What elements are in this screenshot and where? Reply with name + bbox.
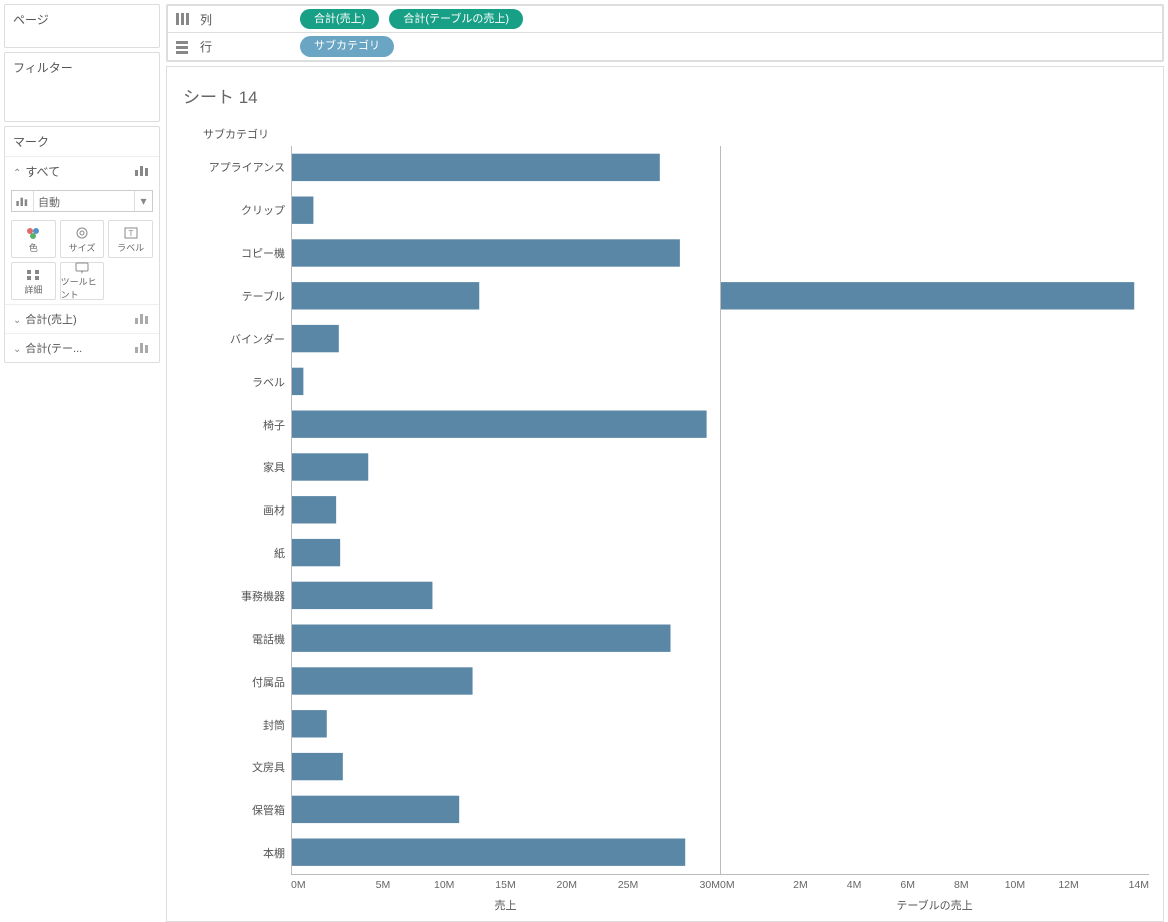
- pages-card: ページ: [4, 4, 160, 48]
- color-button[interactable]: 色: [11, 220, 56, 258]
- category-label: 事務機器: [181, 575, 291, 618]
- category-label: 家具: [181, 446, 291, 489]
- left-sidebar: ページ フィルター マーク ⌃ すべて 自動 ▾: [4, 4, 160, 922]
- measure-row-table-sales[interactable]: ⌄ 合計(テー...: [5, 333, 159, 362]
- category-label: 画材: [181, 489, 291, 532]
- category-label: アプライアンス: [181, 146, 291, 189]
- detail-icon: [25, 267, 41, 283]
- tick-label: 10M: [988, 879, 1042, 891]
- category-label: 椅子: [181, 403, 291, 446]
- viz-area: シート 14 サブカテゴリ アプライアンスクリップコピー機テーブルバインダーラベ…: [166, 66, 1164, 922]
- columns-shelf[interactable]: 列 合計(売上) 合計(テーブルの売上): [167, 5, 1163, 33]
- label-label: ラベル: [117, 241, 144, 254]
- x-axis-2: 0M2M4M6M8M10M12M14M: [720, 875, 1149, 891]
- pill-subcategory[interactable]: サブカテゴリ: [300, 36, 394, 56]
- right-column: 列 合計(売上) 合計(テーブルの売上) 行 サブカテゴリ シート 14 サブカ…: [166, 4, 1164, 922]
- filters-card: フィルター: [4, 52, 160, 122]
- label-button[interactable]: T ラベル: [108, 220, 153, 258]
- tooltip-button[interactable]: ツールヒント: [60, 262, 105, 300]
- chart: サブカテゴリ アプライアンスクリップコピー機テーブルバインダーラベル椅子家具画材…: [181, 126, 1149, 913]
- tick-label: 0M: [291, 879, 352, 891]
- chevron-up-icon: ⌃: [13, 168, 21, 179]
- size-label: サイズ: [69, 241, 96, 254]
- category-axis: アプライアンスクリップコピー機テーブルバインダーラベル椅子家具画材紙事務機器電話…: [181, 146, 291, 875]
- rows-icon: [174, 40, 190, 54]
- tick-label: 4M: [827, 879, 881, 891]
- tick-label: 5M: [352, 879, 413, 891]
- size-button[interactable]: サイズ: [60, 220, 105, 258]
- pages-heading: ページ: [5, 5, 159, 34]
- size-icon: [74, 225, 90, 241]
- category-label: 保管箱: [181, 789, 291, 832]
- category-label: テーブル: [181, 275, 291, 318]
- category-label: バインダー: [181, 317, 291, 360]
- rows-shelf[interactable]: 行 サブカテゴリ: [167, 33, 1163, 61]
- bars-panel-1: [291, 146, 720, 875]
- tooltip-icon: [74, 261, 90, 275]
- mark-buttons: 色 サイズ T ラベル: [5, 216, 159, 304]
- caret-down-icon: ▾: [134, 191, 152, 211]
- mark-type-dropdown[interactable]: 自動 ▾: [11, 190, 153, 212]
- pill-sum-sales[interactable]: 合計(売上): [300, 9, 379, 29]
- tick-label: 12M: [1042, 879, 1096, 891]
- tick-label: 10M: [414, 879, 475, 891]
- detail-label: 詳細: [24, 283, 42, 296]
- x-axis-1: 0M5M10M15M20M25M30M: [291, 875, 720, 891]
- category-label: 文房具: [181, 746, 291, 789]
- tick-label: 15M: [475, 879, 536, 891]
- category-label: 電話機: [181, 617, 291, 660]
- tick-label: 20M: [536, 879, 597, 891]
- category-label: 封筒: [181, 703, 291, 746]
- x-axis-1-title: 売上: [291, 891, 720, 913]
- chevron-down-icon: ⌄: [13, 344, 21, 355]
- detail-button[interactable]: 詳細: [11, 262, 56, 300]
- columns-icon: [174, 12, 190, 26]
- measure-row-table-sales-label: 合計(テー...: [25, 343, 82, 355]
- svg-text:T: T: [128, 229, 133, 238]
- x-axis-2-title: テーブルの売上: [720, 891, 1149, 913]
- measure-row-sales-label: 合計(売上): [25, 314, 76, 326]
- label-icon: T: [123, 225, 139, 241]
- tick-label: 25M: [597, 879, 658, 891]
- tick-label: 14M: [1095, 879, 1149, 891]
- bar-chart-icon: [135, 312, 151, 327]
- category-label: ラベル: [181, 360, 291, 403]
- bar-chart-icon: [12, 191, 34, 211]
- tick-label: 2M: [774, 879, 828, 891]
- tick-label: 30M: [659, 879, 720, 891]
- marks-card: マーク ⌃ すべて 自動 ▾ 色: [4, 126, 160, 363]
- sheet-title: シート 14: [181, 79, 1149, 126]
- category-label: クリップ: [181, 189, 291, 232]
- measure-row-sales[interactable]: ⌄ 合計(売上): [5, 304, 159, 333]
- category-label: 付属品: [181, 660, 291, 703]
- tick-label: 6M: [881, 879, 935, 891]
- category-label: コピー機: [181, 232, 291, 275]
- column-header: サブカテゴリ: [181, 126, 291, 146]
- tick-label: 8M: [935, 879, 989, 891]
- bar-chart-icon: [135, 341, 151, 356]
- marks-heading: マーク: [5, 127, 159, 156]
- pill-sum-table-sales[interactable]: 合計(テーブルの売上): [389, 9, 523, 29]
- mark-type-label: 自動: [34, 191, 134, 211]
- filters-heading: フィルター: [5, 53, 159, 82]
- bars-panel-2: [720, 146, 1149, 875]
- bar-chart-icon: [135, 164, 151, 179]
- rows-label: 行: [200, 38, 290, 55]
- color-icon: [25, 225, 41, 241]
- category-label: 紙: [181, 532, 291, 575]
- color-label: 色: [29, 241, 38, 254]
- marks-all-label: すべて: [25, 165, 60, 179]
- tick-label: 0M: [720, 879, 774, 891]
- shelves: 列 合計(売上) 合計(テーブルの売上) 行 サブカテゴリ: [166, 4, 1164, 62]
- marks-all-toggle[interactable]: ⌃ すべて: [5, 156, 159, 186]
- category-label: 本棚: [181, 832, 291, 875]
- chevron-down-icon: ⌄: [13, 315, 21, 326]
- tooltip-label: ツールヒント: [61, 275, 104, 301]
- columns-label: 列: [200, 11, 290, 28]
